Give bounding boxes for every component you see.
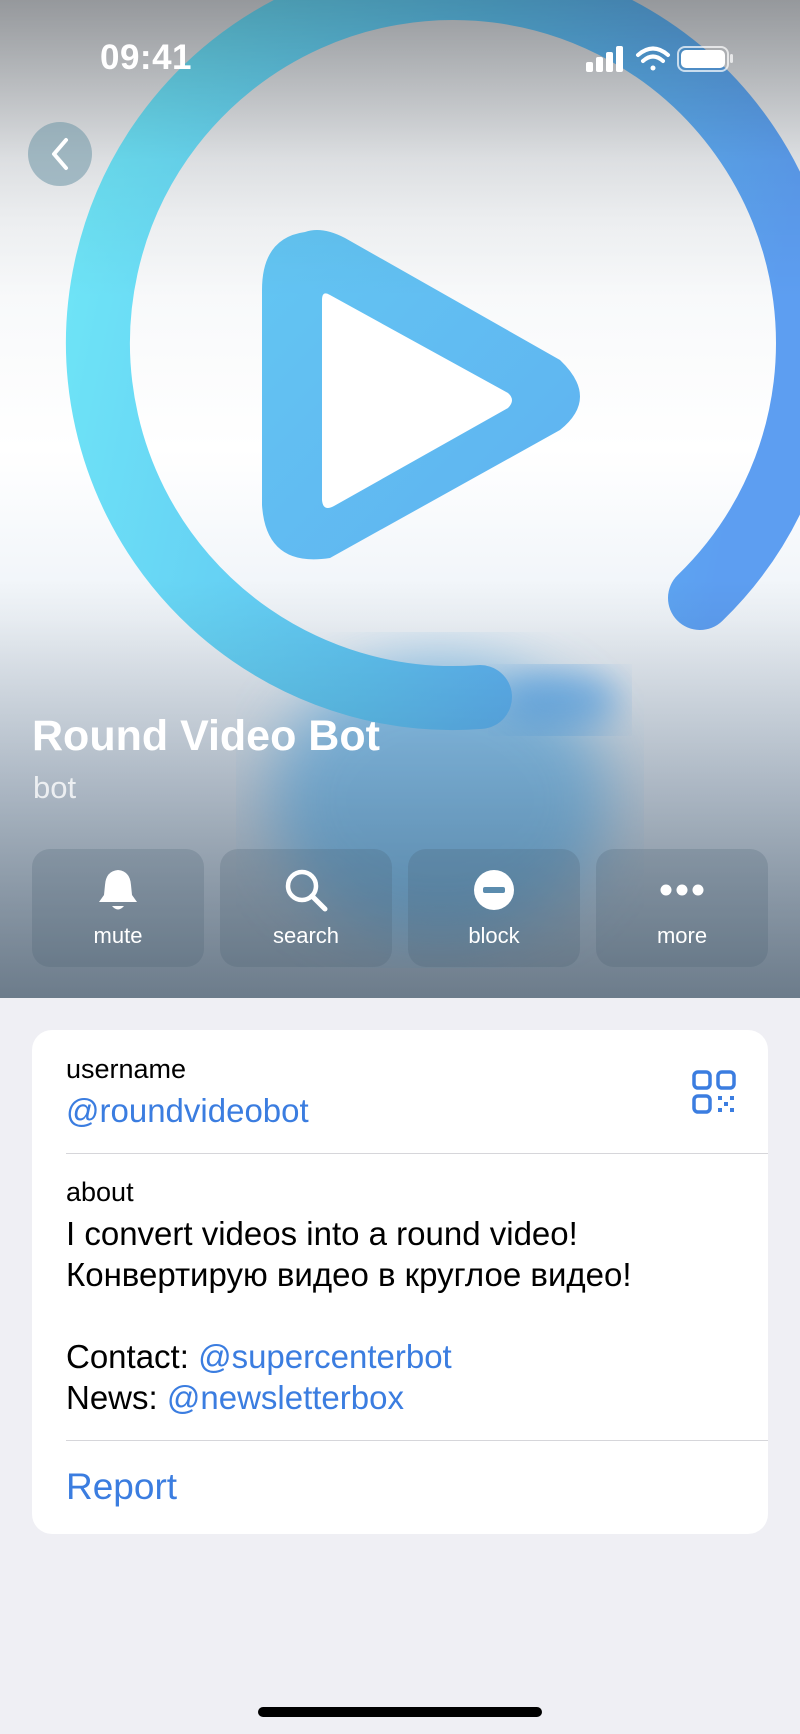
contact-prefix: Contact: [66,1338,199,1375]
divider [66,1153,768,1154]
home-indicator[interactable] [258,1707,542,1717]
search-button[interactable]: search [220,849,392,967]
chevron-left-icon [52,138,68,170]
status-time: 09:41 [100,38,193,77]
more-label: more [656,923,708,948]
block-label: block [468,923,520,948]
profile-name: Round Video Bot [32,712,380,760]
contact-link[interactable]: @supercenterbot [198,1338,452,1375]
news-link[interactable]: @newsletterbox [167,1379,404,1416]
news-prefix: News: [66,1379,167,1416]
about-line-ru: Конвертирую видео в круглое видео! [66,1256,632,1293]
about-line-en: I convert videos into a round video! [66,1215,578,1252]
battery-icon [677,46,733,72]
block-button[interactable]: block [408,849,580,967]
more-button[interactable]: more [596,849,768,967]
status-bar: 09:41 [0,0,800,120]
contact-line: Contact: @supercenterbot [66,1336,746,1377]
wifi-icon [636,46,670,71]
about-text: I convert videos into a round video! Кон… [66,1213,746,1418]
info-card: username @roundvideobot about I convert … [32,1030,768,1534]
profile-subtitle: bot [33,770,77,805]
report-button[interactable]: Report [66,1466,177,1508]
status-icons [576,44,736,74]
signal-icon [586,46,623,72]
ellipsis-icon [660,884,704,896]
search-label: search [272,923,340,948]
divider [66,1440,768,1441]
about-spacer [66,1295,746,1336]
profile-header: 09:41 Round Video Bot bot mute search bl… [0,0,800,998]
username-link[interactable]: @roundvideobot [66,1092,309,1130]
block-icon [474,870,514,910]
magnifier-icon [285,869,328,912]
mute-button[interactable]: mute [32,849,204,967]
qr-code-icon[interactable] [692,1070,736,1114]
bell-icon [99,870,137,910]
about-label: about [66,1177,134,1207]
action-bar: mute search block more [32,849,768,967]
back-button[interactable] [28,122,92,186]
news-line: News: @newsletterbox [66,1377,746,1418]
mute-label: mute [93,923,143,948]
username-label: username [66,1054,187,1084]
